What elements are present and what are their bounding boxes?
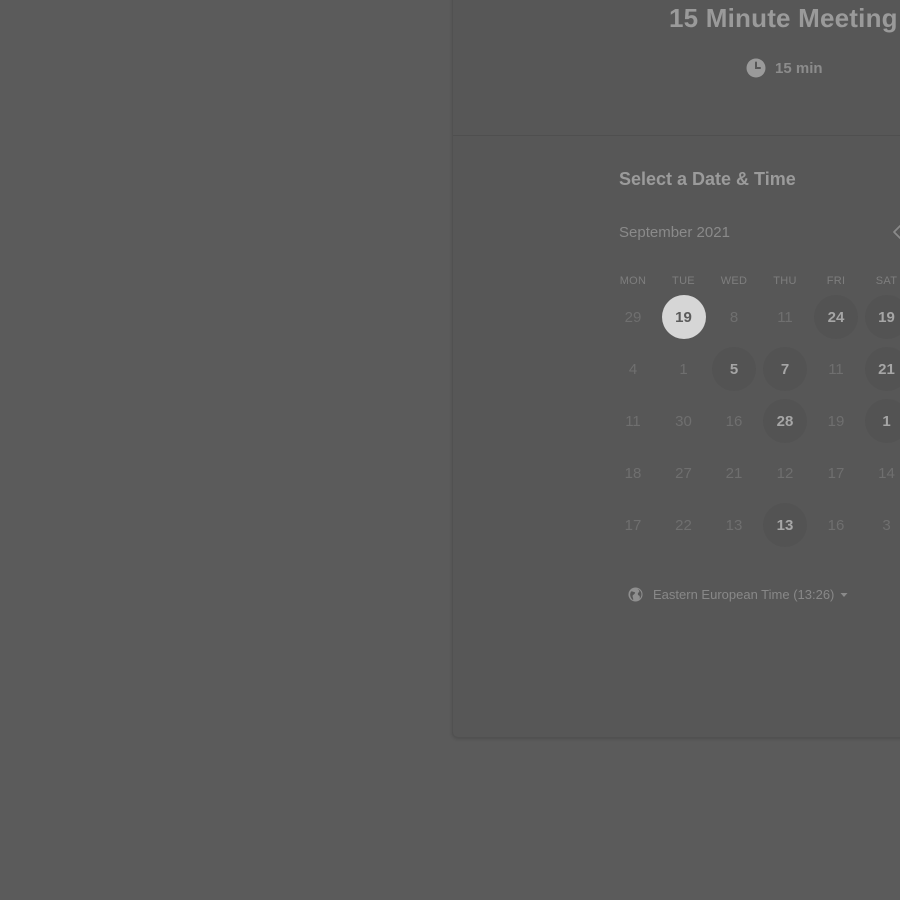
calendar-day-unavailable: 17: [827, 464, 845, 482]
event-title: 15 Minute Meeting: [669, 3, 898, 33]
page-overlay: 15 Minute Meeting 15 min Select a Date &…: [0, 0, 900, 900]
calendar-day-unavailable: 13: [725, 516, 743, 534]
calendar-day-unavailable: 11: [625, 412, 641, 430]
event-duration: 15 min: [746, 58, 823, 78]
event-header: 15 Minute Meeting 15 min: [453, 0, 900, 136]
calendar-day-selected[interactable]: 19: [661, 295, 706, 339]
weekday-label-mon: MON: [619, 275, 647, 287]
chevron-left-icon[interactable]: [890, 224, 900, 240]
calendar-day-unavailable: 21: [725, 464, 743, 482]
calendar-day-unavailable: 19: [827, 412, 845, 430]
calendar-day-unavailable: 8: [729, 308, 739, 326]
weekday-label-sat: SAT: [875, 275, 898, 287]
calendar-day-available[interactable]: 24: [814, 295, 858, 339]
month-label: September 2021: [619, 224, 730, 241]
weekday-label-wed: WED: [720, 275, 748, 287]
calendar-day-unavailable: 22: [675, 516, 692, 534]
calendar-day-unavailable: 11: [828, 360, 844, 378]
calendar-day-available[interactable]: 19: [864, 295, 900, 339]
calendar-day-unavailable: 27: [675, 464, 692, 482]
weekday-label-tue: TUE: [672, 275, 695, 287]
calendar-day-available[interactable]: 1: [864, 399, 900, 443]
timezone-label: Eastern European Time (13:26): [653, 587, 835, 602]
globe-icon: [628, 587, 643, 602]
calendar-day-available[interactable]: 28: [763, 399, 807, 443]
calendar-day-unavailable: 29: [624, 308, 642, 326]
calendar-day-unavailable: 14: [878, 464, 895, 482]
section-title: Select a Date & Time: [619, 169, 796, 189]
weekday-label-thu: THU: [773, 275, 797, 287]
timezone-selector[interactable]: Eastern European Time (13:26): [628, 587, 848, 602]
calendar-day-available[interactable]: 21: [864, 347, 900, 391]
scheduling-card: 15 Minute Meeting 15 min Select a Date &…: [452, 0, 900, 738]
weekday-label-fri: FRI: [826, 275, 846, 287]
duration-label: 15 min: [775, 59, 823, 77]
calendar-day-unavailable: 1: [679, 360, 688, 378]
calendar-day-unavailable: 4: [628, 360, 638, 378]
calendar-day-available[interactable]: 5: [712, 347, 756, 391]
calendar-day-unavailable: 3: [882, 516, 891, 534]
calendar-day-unavailable: 11: [777, 308, 793, 326]
clock-icon: [746, 58, 766, 78]
calendar-day-unavailable: 30: [675, 412, 692, 430]
calendar-day-available[interactable]: 7: [763, 347, 807, 391]
calendar-day-unavailable: 16: [827, 516, 845, 534]
caret-down-icon: [840, 592, 848, 597]
calendar-day-unavailable: 17: [624, 516, 642, 534]
calendar-day-unavailable: 16: [725, 412, 743, 430]
calendar-day-unavailable: 12: [776, 464, 794, 482]
calendar-day-available[interactable]: 13: [763, 503, 807, 547]
calendar-day-unavailable: 18: [624, 464, 642, 482]
